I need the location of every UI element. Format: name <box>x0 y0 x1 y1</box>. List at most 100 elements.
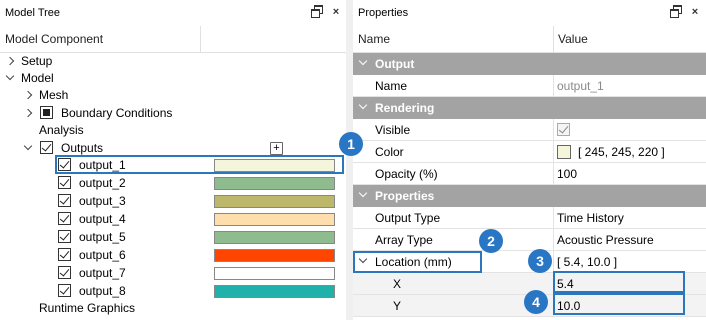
prop-value: [ 5.4, 10.0 ] <box>557 255 618 269</box>
prop-row-output-type[interactable]: Output Type Time History <box>353 207 706 229</box>
prop-label: Y <box>393 299 402 313</box>
tree-item-label: output_2 <box>79 176 126 190</box>
section-rendering[interactable]: Rendering <box>353 97 706 119</box>
chevron-down-icon[interactable] <box>358 190 368 200</box>
properties-panel: Properties × Name Value Output Name outp… <box>353 0 706 320</box>
section-label: Properties <box>375 189 435 203</box>
prop-label: Name <box>375 79 408 93</box>
prop-value: [ 245, 245, 220 ] <box>578 145 665 159</box>
tree-item-output[interactable]: output_7 <box>0 264 346 282</box>
chevron-right-icon[interactable] <box>24 107 34 119</box>
output-checkbox[interactable] <box>58 212 71 225</box>
model-component-header[interactable]: Model Component <box>0 26 103 53</box>
section-output[interactable]: Output <box>353 53 706 75</box>
restore-icon[interactable] <box>311 5 325 19</box>
panel-divider[interactable] <box>346 0 353 320</box>
chevron-down-icon[interactable] <box>358 58 368 68</box>
model-tree-header: Model Component <box>0 26 346 53</box>
tree-item-output[interactable]: output_6 <box>0 246 346 264</box>
tree-item-output[interactable]: output_4 <box>0 210 346 228</box>
tree-item-label: Boundary Conditions <box>61 106 173 120</box>
chevron-down-icon[interactable] <box>23 142 33 154</box>
prop-label: X <box>393 277 402 291</box>
chevron-down-icon[interactable] <box>5 72 15 84</box>
location-highlight <box>353 251 482 273</box>
section-label: Output <box>375 57 415 71</box>
visible-checkbox[interactable] <box>557 123 570 136</box>
y-value-highlight <box>553 293 685 315</box>
model-tree-titlebar: Model Tree × <box>0 0 346 26</box>
outputs-checkbox[interactable] <box>40 141 53 154</box>
tree-item-output[interactable]: output_2 <box>0 174 346 192</box>
color-swatch[interactable] <box>214 213 335 226</box>
tree-item-output[interactable]: output_8 <box>0 282 346 300</box>
tree-item-analysis[interactable]: Analysis <box>0 121 346 139</box>
tree-item-setup[interactable]: Setup <box>0 52 346 70</box>
tree-item-mesh[interactable]: Mesh <box>0 86 346 104</box>
properties-header: Name Value <box>353 26 706 53</box>
close-icon[interactable]: × <box>329 5 343 19</box>
close-icon[interactable]: × <box>688 5 702 19</box>
color-swatch[interactable] <box>214 231 335 244</box>
x-value-highlight <box>553 271 685 293</box>
tree-item-boundary-conditions[interactable]: Boundary Conditions <box>0 104 346 122</box>
model-tree-panel: Model Tree × Model Component Setup Model… <box>0 0 346 320</box>
tree-item-label: output_6 <box>79 248 126 262</box>
prop-value[interactable]: Time History <box>557 211 624 225</box>
callout-badge: 3 <box>528 249 552 273</box>
output-checkbox[interactable] <box>58 230 71 243</box>
section-label: Rendering <box>375 101 435 115</box>
prop-value: output_1 <box>557 79 604 93</box>
tree-item-label: Outputs <box>61 141 104 155</box>
chevron-down-icon[interactable] <box>358 102 368 112</box>
restore-icon[interactable] <box>670 5 684 19</box>
value-column-header[interactable]: Value <box>553 26 588 53</box>
prop-row-name[interactable]: Name output_1 <box>353 75 706 97</box>
output-checkbox[interactable] <box>58 194 71 207</box>
output-checkbox[interactable] <box>58 176 71 189</box>
color-swatch[interactable] <box>214 285 335 298</box>
prop-label: Visible <box>375 123 411 137</box>
output-checkbox[interactable] <box>58 266 71 279</box>
prop-label: Color <box>375 145 404 159</box>
tree-item-label: Model <box>21 71 54 85</box>
color-swatch[interactable] <box>214 195 335 208</box>
prop-row-visible[interactable]: Visible <box>353 119 706 141</box>
name-column-header[interactable]: Name <box>353 26 390 53</box>
output-checkbox[interactable] <box>58 248 71 261</box>
tree-item-label: output_8 <box>79 284 126 298</box>
callout-badge: 4 <box>524 290 548 314</box>
tree-item-label: output_4 <box>79 212 126 226</box>
output-checkbox[interactable] <box>58 284 71 297</box>
section-properties[interactable]: Properties <box>353 185 706 207</box>
partial-checkbox[interactable] <box>40 106 53 119</box>
properties-titlebar: Properties × <box>353 0 706 26</box>
prop-value[interactable]: Acoustic Pressure <box>557 233 654 247</box>
color-swatch[interactable] <box>214 177 335 190</box>
prop-row-array-type[interactable]: Array Type Acoustic Pressure <box>353 229 706 251</box>
tree-item-label: Setup <box>21 54 53 68</box>
tree-item-label: output_3 <box>79 194 126 208</box>
tree-item-label: output_5 <box>79 230 126 244</box>
chevron-right-icon[interactable] <box>24 89 34 101</box>
model-tree-title: Model Tree <box>5 7 61 19</box>
tree-item-model[interactable]: Model <box>0 69 346 87</box>
selected-row-highlight <box>55 155 344 174</box>
properties-title: Properties <box>358 7 409 19</box>
tree-item-output[interactable]: output_3 <box>0 192 346 210</box>
color-swatch[interactable] <box>214 267 335 280</box>
tree-item-label: Runtime Graphics <box>39 301 136 315</box>
callout-badge: 1 <box>339 132 363 156</box>
tree-item-runtime-graphics[interactable]: Runtime Graphics <box>0 299 346 317</box>
prop-row-opacity[interactable]: Opacity (%) 100 <box>353 163 706 185</box>
color-swatch[interactable] <box>557 145 571 159</box>
tree-item-label: output_7 <box>79 266 126 280</box>
add-output-button[interactable]: + <box>270 142 283 155</box>
tree-item-label: Mesh <box>39 88 69 102</box>
color-swatch[interactable] <box>214 249 335 262</box>
prop-value[interactable]: 100 <box>557 167 577 181</box>
tree-item-output[interactable]: output_5 <box>0 228 346 246</box>
chevron-right-icon[interactable] <box>6 55 16 67</box>
prop-row-color[interactable]: Color [ 245, 245, 220 ] <box>353 141 706 163</box>
prop-label: Output Type <box>375 211 441 225</box>
